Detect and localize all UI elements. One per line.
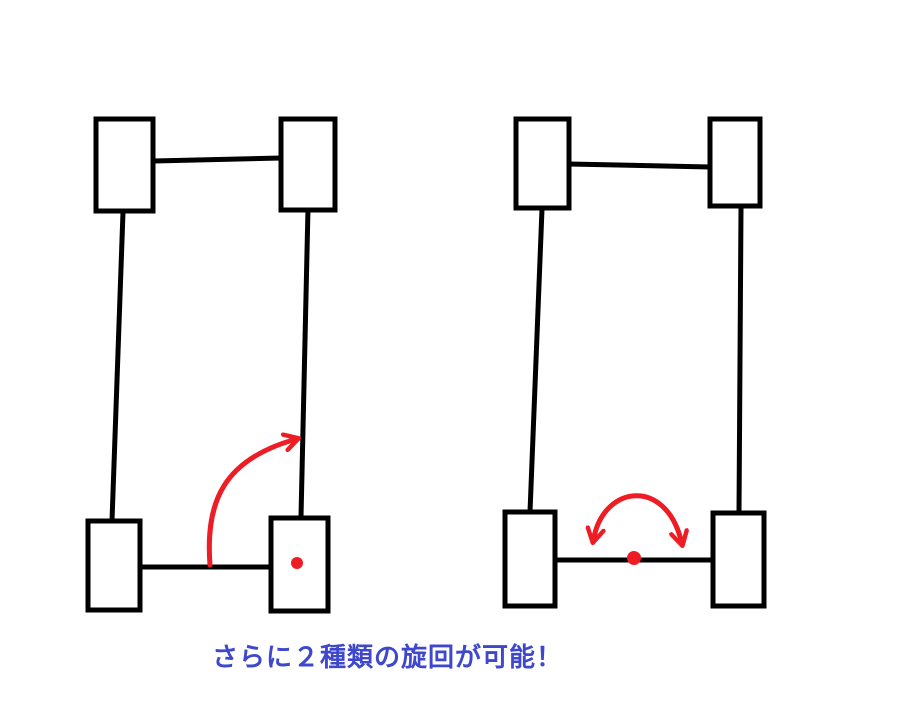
spin-annotation — [594, 493, 681, 565]
front-right-wheel — [278, 116, 338, 213]
pivot-point — [291, 557, 303, 569]
front-axle — [566, 161, 713, 170]
right-rail — [736, 205, 744, 515]
spin-arrow — [594, 493, 681, 540]
left-rail — [527, 206, 545, 515]
right-wheels — [502, 116, 767, 609]
left-frame — [109, 155, 311, 570]
rear-right-wheel — [710, 510, 767, 609]
rear-left-wheel — [502, 509, 558, 609]
spin-center-point — [627, 551, 641, 565]
front-left-wheel — [93, 116, 156, 214]
front-right-wheel — [707, 116, 763, 209]
rear-left-wheel — [85, 518, 143, 613]
left-rail — [109, 209, 126, 524]
front-left-wheel — [513, 116, 572, 211]
pivot-turn-diagram — [85, 116, 338, 614]
right-frame — [527, 161, 744, 563]
front-axle — [151, 155, 284, 164]
caption-text: さらに２種類の旋回が可能！ — [212, 643, 564, 673]
diagram-canvas — [85, 116, 767, 614]
spin-turn-diagram — [502, 116, 767, 609]
right-rail — [298, 205, 311, 520]
